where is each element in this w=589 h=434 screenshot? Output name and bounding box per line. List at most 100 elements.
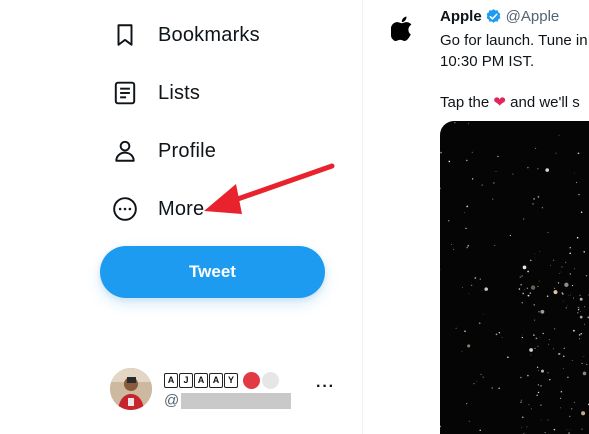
- star: [535, 147, 537, 149]
- star: [466, 403, 468, 405]
- star: [553, 259, 555, 261]
- star: [541, 369, 544, 373]
- star: [466, 205, 468, 208]
- star: [491, 387, 494, 389]
- star: [455, 327, 457, 329]
- star: [440, 125, 441, 126]
- star: [467, 344, 471, 348]
- star: [512, 173, 514, 175]
- star: [453, 248, 455, 250]
- star: [569, 273, 571, 275]
- star: [482, 376, 484, 378]
- star: [537, 391, 540, 394]
- star: [540, 385, 542, 387]
- star: [558, 134, 560, 136]
- star: [466, 246, 469, 249]
- star: [554, 287, 556, 289]
- star: [451, 244, 453, 245]
- star: [465, 227, 467, 230]
- star: [530, 354, 532, 356]
- star: [533, 198, 535, 200]
- star: [521, 427, 522, 429]
- star: [526, 287, 528, 289]
- star: [534, 347, 536, 349]
- star: [524, 289, 526, 290]
- verified-badge-icon: [486, 9, 501, 23]
- star: [564, 282, 569, 287]
- star: [561, 292, 564, 294]
- star: [566, 429, 568, 431]
- star: [538, 370, 539, 371]
- red-circle-icon: [243, 372, 260, 389]
- star: [581, 411, 586, 416]
- star: [562, 367, 564, 369]
- star: [555, 152, 557, 154]
- star: [549, 264, 551, 266]
- star: [454, 122, 456, 124]
- star: [569, 294, 571, 296]
- star: [573, 268, 575, 270]
- star: [493, 182, 495, 184]
- star: [464, 212, 466, 213]
- star: [523, 218, 525, 220]
- star: [538, 280, 540, 282]
- sidebar-item-bookmarks[interactable]: Bookmarks: [108, 15, 260, 55]
- sidebar-item-profile[interactable]: Profile: [108, 131, 216, 171]
- star: [495, 170, 497, 173]
- tweet-button[interactable]: Tweet: [100, 246, 325, 298]
- sidebar-item-label: Lists: [158, 81, 201, 104]
- star: [479, 429, 481, 432]
- star: [522, 265, 527, 270]
- star: [448, 220, 450, 222]
- tweet-text-line: Go for launch. Tune in: [440, 32, 588, 49]
- star: [560, 390, 563, 393]
- star: [524, 432, 526, 434]
- star: [553, 428, 556, 431]
- star: [497, 155, 499, 158]
- star: [546, 295, 549, 298]
- star: [581, 428, 583, 430]
- star: [553, 328, 556, 330]
- star: [481, 184, 483, 186]
- star: [475, 380, 477, 382]
- star: [521, 336, 523, 339]
- star: [549, 379, 551, 381]
- star: [552, 348, 555, 350]
- star: [535, 337, 538, 340]
- more-circle-icon: [108, 192, 142, 226]
- star: [578, 193, 580, 196]
- star: [547, 372, 549, 374]
- star: [527, 374, 529, 377]
- tweet-author-handle[interactable]: @Apple: [506, 8, 560, 25]
- star: [522, 334, 524, 336]
- star: [560, 407, 561, 409]
- star: [576, 182, 578, 184]
- account-more-icon[interactable]: ···: [316, 378, 335, 396]
- star: [461, 350, 463, 352]
- star: [581, 362, 583, 365]
- starfield-image: [440, 122, 589, 434]
- star: [518, 288, 521, 290]
- star: [560, 271, 562, 273]
- star: [558, 353, 560, 355]
- tweet-text-line: 10:30 PM IST.: [440, 53, 535, 70]
- star: [582, 371, 587, 376]
- bookmark-icon: [108, 18, 142, 52]
- star: [537, 286, 539, 288]
- tweet-media[interactable]: [440, 121, 589, 434]
- star: [501, 337, 503, 339]
- star: [540, 404, 542, 406]
- sidebar-item-lists[interactable]: Lists: [108, 73, 200, 113]
- apple-logo-icon[interactable]: [390, 14, 417, 44]
- tweet-text: Go for launch. Tune in 10:30 PM IST. Tap…: [440, 30, 589, 113]
- star: [562, 355, 565, 358]
- star: [539, 250, 541, 252]
- star: [537, 168, 539, 170]
- lists-icon: [108, 76, 142, 110]
- timeline: Apple @Apple Go for launch. Tune in 10:3…: [363, 0, 589, 434]
- name-letter: A: [209, 373, 223, 388]
- account-switcher[interactable]: A J A A Y @ ···: [110, 368, 350, 414]
- tweet-author-name[interactable]: Apple: [440, 8, 482, 25]
- sidebar-item-more[interactable]: More: [108, 189, 204, 229]
- star: [564, 261, 567, 264]
